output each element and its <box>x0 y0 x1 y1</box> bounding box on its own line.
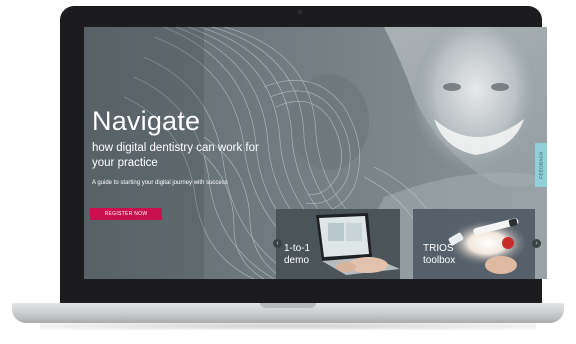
card-demo-label: 1-to-1 demo <box>284 243 311 266</box>
card-trios-toolbox[interactable]: TRIOS toolbox <box>413 209 535 279</box>
webcam <box>298 10 302 14</box>
hero-headline: Navigate <box>92 106 201 136</box>
hero-tagline: A guide to starting your digital journey… <box>92 180 228 186</box>
laptop-notch <box>260 303 316 308</box>
card-toolbox-label: TRIOS toolbox <box>423 243 456 266</box>
register-now-button[interactable]: REGISTER NOW <box>90 208 162 220</box>
laptop-base <box>12 303 564 323</box>
hero-text-block: Navigate how digital dentistry can work … <box>92 105 292 187</box>
chevron-right-icon[interactable]: › <box>532 239 541 248</box>
website-screen: Navigate how digital dentistry can work … <box>84 27 547 279</box>
chevron-left-icon[interactable]: ‹ <box>273 239 282 248</box>
feedback-label: FEEDBACK <box>538 151 544 179</box>
hero-subhead: how digital dentistry can work for your … <box>92 142 259 169</box>
laptop-shadow <box>40 322 536 330</box>
feedback-tab[interactable]: FEEDBACK <box>535 143 547 187</box>
card-1-to-1-demo[interactable]: 1-to-1 demo <box>276 209 400 279</box>
